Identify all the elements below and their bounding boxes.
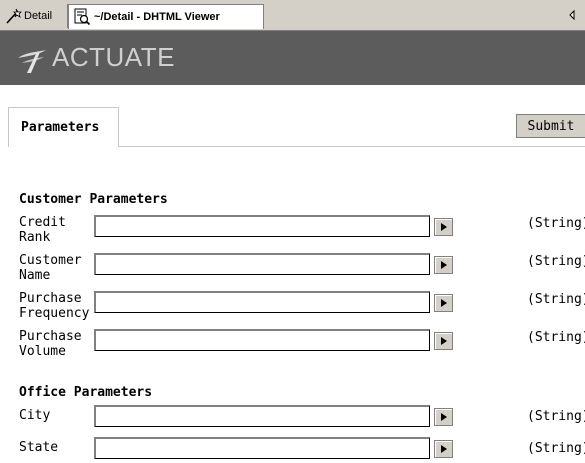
tab-detail[interactable]: Detail bbox=[2, 4, 68, 28]
credit-rank-input[interactable] bbox=[94, 215, 430, 237]
param-label-line2: Frequency bbox=[19, 306, 90, 321]
scroll-left-arrow-icon[interactable] bbox=[567, 8, 577, 22]
tab-parameters-label: Parameters bbox=[21, 120, 100, 135]
param-label-line2: Rank bbox=[19, 230, 51, 245]
param-label-line1: State bbox=[19, 440, 59, 455]
tab-dhtml-viewer[interactable]: ~/Detail - DHTML Viewer bbox=[68, 4, 264, 29]
param-label-purchase-frequency: Purchase Frequency bbox=[19, 291, 89, 321]
city-input[interactable] bbox=[94, 405, 430, 427]
actuate-logo-mark-icon bbox=[18, 50, 46, 73]
param-label-line2: Name bbox=[19, 268, 51, 283]
param-label-customer-name: Customer Name bbox=[19, 253, 82, 283]
section-title-customer: Customer Parameters bbox=[19, 192, 168, 207]
param-type-city: (String) bbox=[527, 409, 585, 424]
param-label-purchase-volume: Purchase Volume bbox=[19, 329, 82, 359]
param-type-customer-name: (String) bbox=[527, 254, 585, 269]
actuate-logo: ACTUATE bbox=[16, 41, 175, 74]
tab-viewer-label: ~/Detail - DHTML Viewer bbox=[94, 11, 220, 23]
param-label-line2: Volume bbox=[19, 344, 66, 359]
tab-row-divider bbox=[119, 146, 585, 147]
param-label-line1: Purchase bbox=[19, 329, 82, 344]
param-label-line1: Credit bbox=[19, 215, 66, 230]
credit-rank-select-button[interactable] bbox=[434, 218, 453, 236]
report-wand-icon bbox=[6, 8, 22, 24]
state-select-button[interactable] bbox=[434, 440, 453, 458]
param-type-purchase-frequency: (String) bbox=[527, 292, 585, 307]
city-select-button[interactable] bbox=[434, 408, 453, 426]
param-type-state: (String) bbox=[527, 441, 585, 456]
param-label-line1: Purchase bbox=[19, 291, 82, 306]
purchase-volume-input[interactable] bbox=[94, 329, 430, 351]
section-title-office: Office Parameters bbox=[19, 385, 153, 400]
submit-button-label: Submit bbox=[527, 118, 575, 134]
param-type-credit-rank: (String) bbox=[527, 216, 585, 231]
submit-button[interactable]: Submit bbox=[516, 114, 585, 138]
tab-detail-label: Detail bbox=[24, 10, 53, 22]
header-banner: ACTUATE bbox=[0, 31, 585, 85]
param-type-purchase-volume: (String) bbox=[527, 330, 585, 345]
document-tab-bar: Detail ~/Detail - DHTML Viewer bbox=[0, 0, 585, 31]
customer-name-input[interactable] bbox=[94, 253, 430, 275]
purchase-frequency-select-button[interactable] bbox=[434, 294, 453, 312]
purchase-volume-select-button[interactable] bbox=[434, 332, 453, 350]
document-view-icon bbox=[74, 8, 91, 26]
purchase-frequency-input[interactable] bbox=[94, 291, 430, 313]
customer-name-select-button[interactable] bbox=[434, 256, 453, 274]
param-label-city: City bbox=[19, 408, 50, 423]
tab-parameters[interactable]: Parameters bbox=[8, 107, 119, 147]
param-label-credit-rank: Credit Rank bbox=[19, 215, 66, 245]
state-input[interactable] bbox=[94, 437, 430, 459]
param-label-state: State bbox=[19, 440, 58, 455]
param-label-line1: City bbox=[19, 408, 51, 423]
logo-text: ACTUATE bbox=[52, 41, 175, 72]
param-label-line1: Customer bbox=[19, 253, 82, 268]
